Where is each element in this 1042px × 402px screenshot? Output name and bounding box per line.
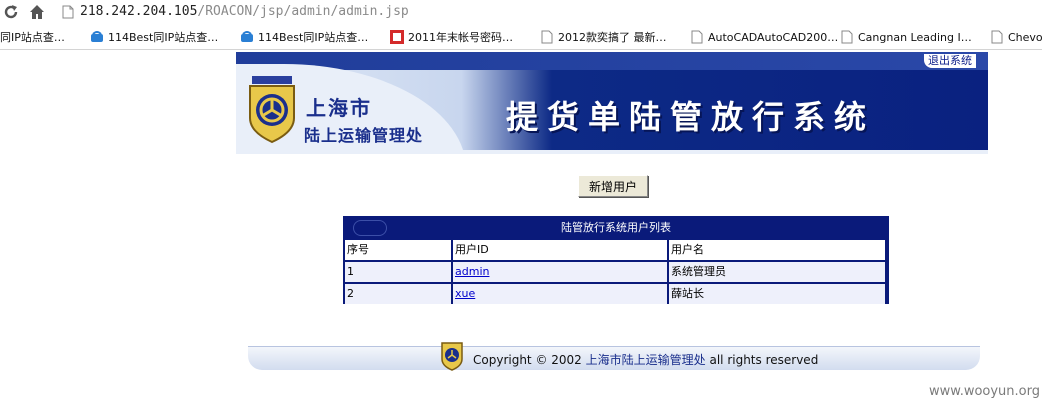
address-bar[interactable]: 218.242.204.105/ROACON/jsp/admin/admin.j… bbox=[80, 2, 980, 22]
bookmark-label: 114Best同IP站点查… bbox=[108, 31, 219, 44]
emblem-icon bbox=[440, 339, 464, 371]
user-table: 陆管放行系统用户列表 序号 用户ID 用户名 1 admin 系统管理员 2 x… bbox=[343, 216, 889, 304]
reload-icon[interactable] bbox=[2, 3, 20, 21]
table-row: 2 xue 薛站长 bbox=[345, 284, 887, 304]
phone-icon bbox=[240, 29, 254, 43]
emblem-icon bbox=[246, 74, 298, 144]
banner-top-stripe bbox=[236, 52, 988, 70]
org-name-line2: 陆上运输管理处 bbox=[304, 126, 424, 145]
bookmark-label: 同IP站点查… bbox=[0, 31, 65, 44]
page-icon bbox=[990, 29, 1004, 44]
bookmark-item[interactable]: 2011年末帐号密码… bbox=[390, 26, 513, 49]
bookmark-item[interactable]: Chevo bbox=[990, 26, 1042, 49]
bookmark-item[interactable]: 同IP站点查… bbox=[0, 26, 65, 49]
footer-org-link[interactable]: 上海市陆上运输管理处 bbox=[586, 353, 706, 367]
admin-page: 退出系统 上海市 陆上运输管理处 提货单陆管放行系统 新增用户 陆管放行系统用户… bbox=[236, 52, 996, 402]
bookmark-label: 114Best同IP站点查… bbox=[258, 31, 369, 44]
bookmark-item[interactable]: 114Best同IP站点查… bbox=[240, 26, 369, 49]
row-user-id-cell: admin bbox=[453, 262, 667, 282]
home-icon[interactable] bbox=[28, 3, 46, 21]
bookmark-label: Cangnan Leading I… bbox=[858, 31, 972, 44]
bookmark-item[interactable]: Cangnan Leading I… bbox=[840, 26, 972, 49]
footer-bar: Copyright © 2002 上海市陆上运输管理处 all rights r… bbox=[248, 342, 980, 371]
add-user-button[interactable]: 新增用户 bbox=[578, 175, 648, 197]
column-header-user-name: 用户名 bbox=[669, 240, 885, 260]
bookmark-item[interactable]: AutoCADAutoCAD200… bbox=[690, 26, 839, 49]
watermark: www.wooyun.org bbox=[928, 384, 1040, 399]
logout-link[interactable]: 退出系统 bbox=[924, 54, 976, 68]
caption-decoration-icon bbox=[353, 220, 387, 236]
copyright-suffix: all rights reserved bbox=[709, 353, 819, 367]
copyright-prefix: Copyright © 2002 bbox=[473, 353, 582, 367]
table-header-row: 序号 用户ID 用户名 bbox=[345, 240, 887, 260]
column-header-index: 序号 bbox=[345, 240, 451, 260]
table-caption: 陆管放行系统用户列表 bbox=[345, 218, 887, 238]
page-icon bbox=[840, 29, 854, 44]
row-user-id-cell: xue bbox=[453, 284, 667, 304]
row-index: 2 bbox=[345, 284, 451, 304]
org-name-line1: 上海市 bbox=[306, 96, 372, 120]
bookmark-label: AutoCADAutoCAD200… bbox=[708, 31, 839, 44]
row-user-name: 薛站长 bbox=[669, 284, 885, 304]
table-row: 1 admin 系统管理员 bbox=[345, 262, 887, 282]
bookmarks-bar: 同IP站点查… 114Best同IP站点查… 114Best同IP站点查… 20… bbox=[0, 26, 1042, 50]
table-caption-text: 陆管放行系统用户列表 bbox=[561, 221, 671, 234]
phone-icon bbox=[90, 29, 104, 43]
user-id-link[interactable]: xue bbox=[455, 287, 475, 300]
page-icon bbox=[62, 5, 74, 19]
red-square-icon bbox=[390, 29, 404, 44]
system-title: 提货单陆管放行系统 bbox=[506, 98, 876, 136]
bookmark-label: 2012款奕搞了 最新… bbox=[558, 31, 667, 44]
row-user-name: 系统管理员 bbox=[669, 262, 885, 282]
bookmark-label: 2011年末帐号密码… bbox=[408, 31, 513, 44]
bookmark-item[interactable]: 2012款奕搞了 最新… bbox=[540, 26, 667, 49]
browser-toolbar: 218.242.204.105/ROACON/jsp/admin/admin.j… bbox=[0, 0, 1042, 26]
row-index: 1 bbox=[345, 262, 451, 282]
bookmark-item[interactable]: 114Best同IP站点查… bbox=[90, 26, 219, 49]
url-path: /ROACON/jsp/admin/admin.jsp bbox=[197, 4, 409, 19]
column-header-user-id: 用户ID bbox=[453, 240, 667, 260]
header-banner: 退出系统 上海市 陆上运输管理处 提货单陆管放行系统 bbox=[236, 52, 988, 154]
page-icon bbox=[540, 29, 554, 44]
bookmark-label: Chevo bbox=[1008, 31, 1042, 44]
copyright-text: Copyright © 2002 上海市陆上运输管理处 all rights r… bbox=[473, 351, 818, 368]
banner-bottom-line bbox=[236, 150, 988, 154]
page-icon bbox=[690, 29, 704, 44]
user-id-link[interactable]: admin bbox=[455, 265, 489, 278]
url-host: 218.242.204.105 bbox=[80, 4, 198, 19]
